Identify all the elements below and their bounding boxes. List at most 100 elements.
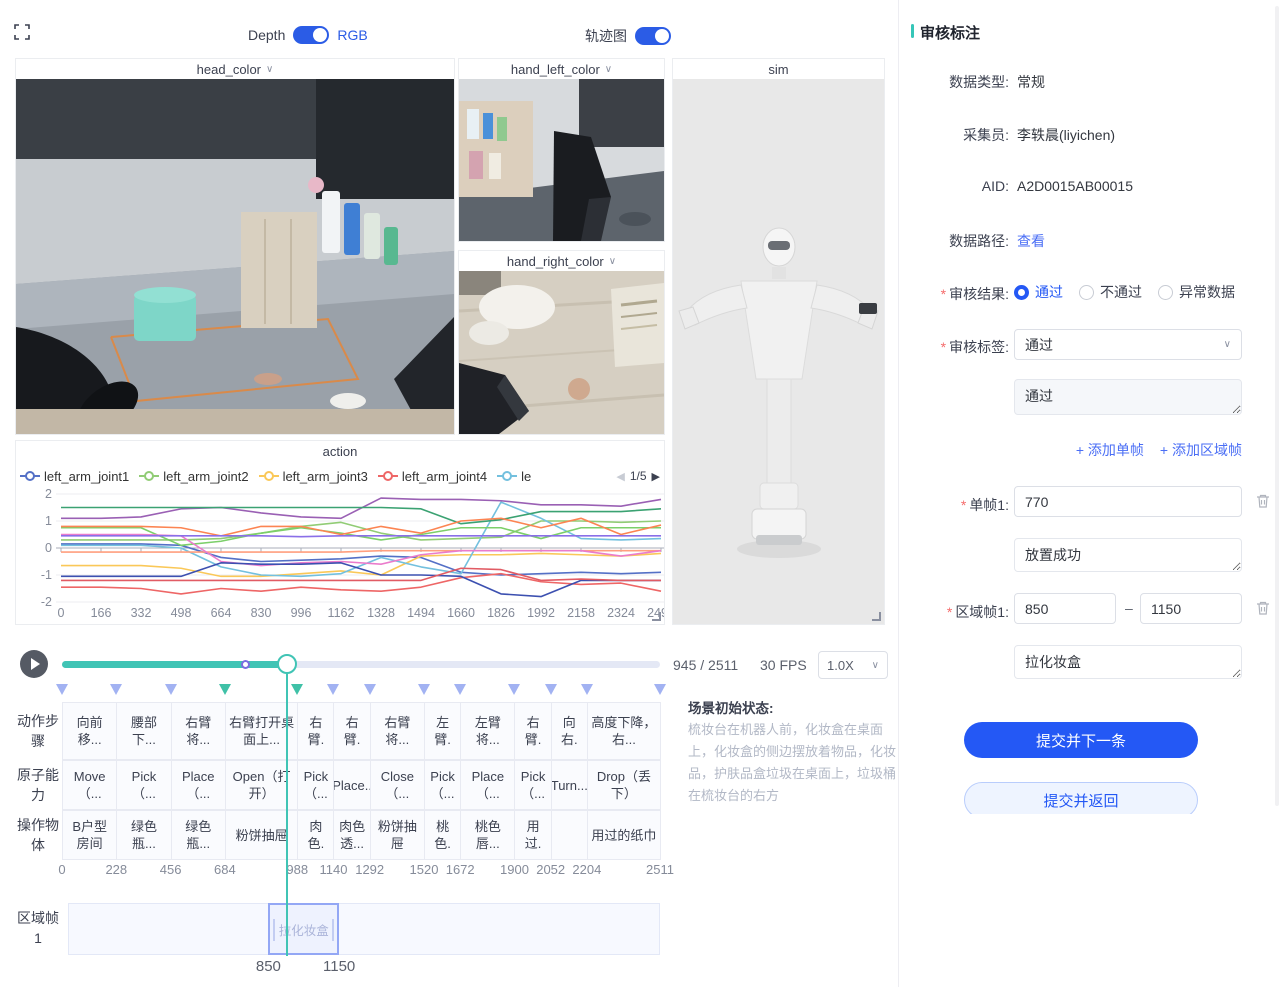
- timeline-cell[interactable]: 粉饼抽屉: [370, 810, 425, 860]
- timeline-cell[interactable]: 高度下降，右...: [587, 702, 661, 760]
- region-end-input[interactable]: [1140, 593, 1242, 624]
- region-row-label: 区域帧1: [15, 908, 61, 948]
- fullscreen-icon[interactable]: [14, 24, 30, 40]
- keyframe-marker-icon[interactable]: [110, 684, 122, 695]
- timeline-cell[interactable]: 向右.: [551, 702, 588, 760]
- sim-robot-image: [673, 79, 884, 624]
- add-region-frame-link[interactable]: + 添加区域帧: [1160, 440, 1242, 460]
- play-button[interactable]: [20, 650, 48, 678]
- legend-item[interactable]: left_arm_joint4: [378, 469, 487, 484]
- keyframe-marker-icon[interactable]: [454, 684, 466, 695]
- slider-handle[interactable]: [277, 654, 297, 674]
- submit-next-button[interactable]: 提交并下一条: [964, 722, 1198, 758]
- keyframe-marker-icon[interactable]: [508, 684, 520, 695]
- timeline-cell[interactable]: 桃色唇...: [460, 810, 515, 860]
- trajectory-switch[interactable]: [635, 27, 671, 45]
- svg-text:-1: -1: [41, 568, 52, 582]
- timeline-cell[interactable]: 绿色瓶...: [171, 810, 226, 860]
- chart-resize-handle[interactable]: [652, 612, 661, 621]
- keyframe-marker-icon[interactable]: [364, 684, 376, 695]
- timeline-cell[interactable]: Close（...: [370, 760, 425, 810]
- segment-right-handle[interactable]: [332, 919, 334, 941]
- range-dash: –: [1125, 600, 1133, 616]
- timeline-cell[interactable]: Move（...: [62, 760, 117, 810]
- hand-left-camera-title-dropdown[interactable]: hand_left_color ∨: [459, 59, 664, 79]
- timeline-cell[interactable]: 左臂将...: [460, 702, 515, 760]
- head-camera-panel: head_color ∨: [15, 58, 455, 435]
- timeline-cell[interactable]: 右臂.: [333, 702, 370, 760]
- keyframe-marker-icon[interactable]: [291, 684, 303, 695]
- timeline-cell[interactable]: 肉色.: [297, 810, 334, 860]
- sim-resize-handle[interactable]: [872, 612, 881, 621]
- timeline-cell[interactable]: 右臂将...: [370, 702, 425, 760]
- legend-item[interactable]: le: [497, 469, 531, 484]
- timeline-cell[interactable]: 用过的纸巾: [587, 810, 661, 860]
- sim-title-label: sim: [768, 62, 788, 77]
- timeline-cell[interactable]: 左臂.: [424, 702, 461, 760]
- single-frame-note-textarea[interactable]: 放置成功: [1014, 538, 1242, 572]
- keyframe-marker-icon[interactable]: [327, 684, 339, 695]
- timeline-cell[interactable]: 右臂.: [514, 702, 551, 760]
- collector-label: 采集员:: [901, 125, 1009, 145]
- submit-return-button[interactable]: 提交并返回: [964, 782, 1198, 814]
- keyframe-marker-icon[interactable]: [418, 684, 430, 695]
- timeline-cell[interactable]: 右臂将...: [171, 702, 226, 760]
- timeline-cell[interactable]: 桃色.: [424, 810, 461, 860]
- keyframe-marker-icon[interactable]: [219, 684, 231, 695]
- review-result-radio-option[interactable]: 不通过: [1079, 282, 1142, 302]
- head-camera-title-dropdown[interactable]: head_color ∨: [16, 59, 454, 79]
- timeline-cell[interactable]: 肉色透...: [333, 810, 370, 860]
- region-frame-bar[interactable]: 拉化妆盒: [68, 903, 660, 955]
- legend-item[interactable]: left_arm_joint2: [139, 469, 248, 484]
- playback-speed-select[interactable]: 1.0X ∨: [818, 651, 888, 679]
- depth-rgb-switch[interactable]: [293, 26, 329, 44]
- region-start-number: 850: [256, 958, 281, 975]
- legend-next-icon[interactable]: ▶: [652, 470, 660, 483]
- data-path-view-link[interactable]: 查看: [1017, 231, 1045, 251]
- legend-item[interactable]: left_arm_joint3: [259, 469, 368, 484]
- timeline-cell[interactable]: 粉饼抽屉: [225, 810, 298, 860]
- timeline-cell[interactable]: 腰部下...: [116, 702, 171, 760]
- chart-legend-row: left_arm_joint1 left_arm_joint2 left_arm_j…: [20, 465, 662, 487]
- keyframe-marker-icon[interactable]: [56, 684, 68, 695]
- add-single-frame-link[interactable]: + 添加单帧: [1076, 440, 1144, 460]
- timeline-cell[interactable]: 绿色瓶...: [116, 810, 171, 860]
- timeline-cell[interactable]: Pick（...: [424, 760, 461, 810]
- keyframe-marker-icon[interactable]: [545, 684, 557, 695]
- review-tag-note-textarea[interactable]: 通过: [1014, 379, 1242, 415]
- single-frame-input[interactable]: [1014, 486, 1242, 517]
- delete-region-frame-icon[interactable]: [1255, 600, 1271, 616]
- timeline-cell[interactable]: Pick（...: [116, 760, 171, 810]
- timeline-cell[interactable]: Place（...: [171, 760, 226, 810]
- region-frame-note-textarea[interactable]: 拉化妆盒: [1014, 645, 1242, 679]
- legend-item[interactable]: left_arm_joint1: [20, 469, 129, 484]
- timeline-cell[interactable]: Pick（...: [514, 760, 551, 810]
- timeline-cell[interactable]: Place（...: [460, 760, 515, 810]
- timeline-cell[interactable]: 向前移...: [62, 702, 117, 760]
- panel-scrollbar[interactable]: [1275, 6, 1279, 806]
- hand-right-camera-title-dropdown[interactable]: hand_right_color ∨: [459, 251, 664, 271]
- timeline-cell[interactable]: B户型房间: [62, 810, 117, 860]
- keyframe-marker-icon[interactable]: [165, 684, 177, 695]
- timeline-cell[interactable]: Turn...: [551, 760, 588, 810]
- delete-single-frame-icon[interactable]: [1255, 493, 1271, 509]
- region-start-input[interactable]: [1014, 593, 1116, 624]
- timeline-cell[interactable]: 右臂.: [297, 702, 334, 760]
- region-frame-segment[interactable]: 拉化妆盒: [268, 903, 339, 955]
- review-tag-select[interactable]: 通过 ∨: [1014, 329, 1242, 360]
- timeline-cell[interactable]: Drop（丢下）: [587, 760, 661, 810]
- keyframe-marker-icon[interactable]: [654, 684, 666, 695]
- segment-left-handle[interactable]: [273, 919, 275, 941]
- timeline-cell[interactable]: 用过.: [514, 810, 551, 860]
- timeline-cell[interactable]: Place..: [333, 760, 370, 810]
- timeline-cell[interactable]: [551, 810, 588, 860]
- timeline-cell[interactable]: Pick（...: [297, 760, 334, 810]
- keyframe-marker-icon[interactable]: [581, 684, 593, 695]
- timeline-cell[interactable]: 右臂打开桌面上...: [225, 702, 298, 760]
- timeline-cell[interactable]: Open（打开）: [225, 760, 298, 810]
- review-result-radio-option[interactable]: 异常数据: [1158, 282, 1235, 302]
- timeline-slider[interactable]: [62, 661, 660, 668]
- review-result-radio-selected[interactable]: 通过: [1014, 282, 1063, 302]
- legend-prev-icon[interactable]: ◀: [616, 470, 624, 483]
- table-row-label: 操作物体: [15, 815, 61, 855]
